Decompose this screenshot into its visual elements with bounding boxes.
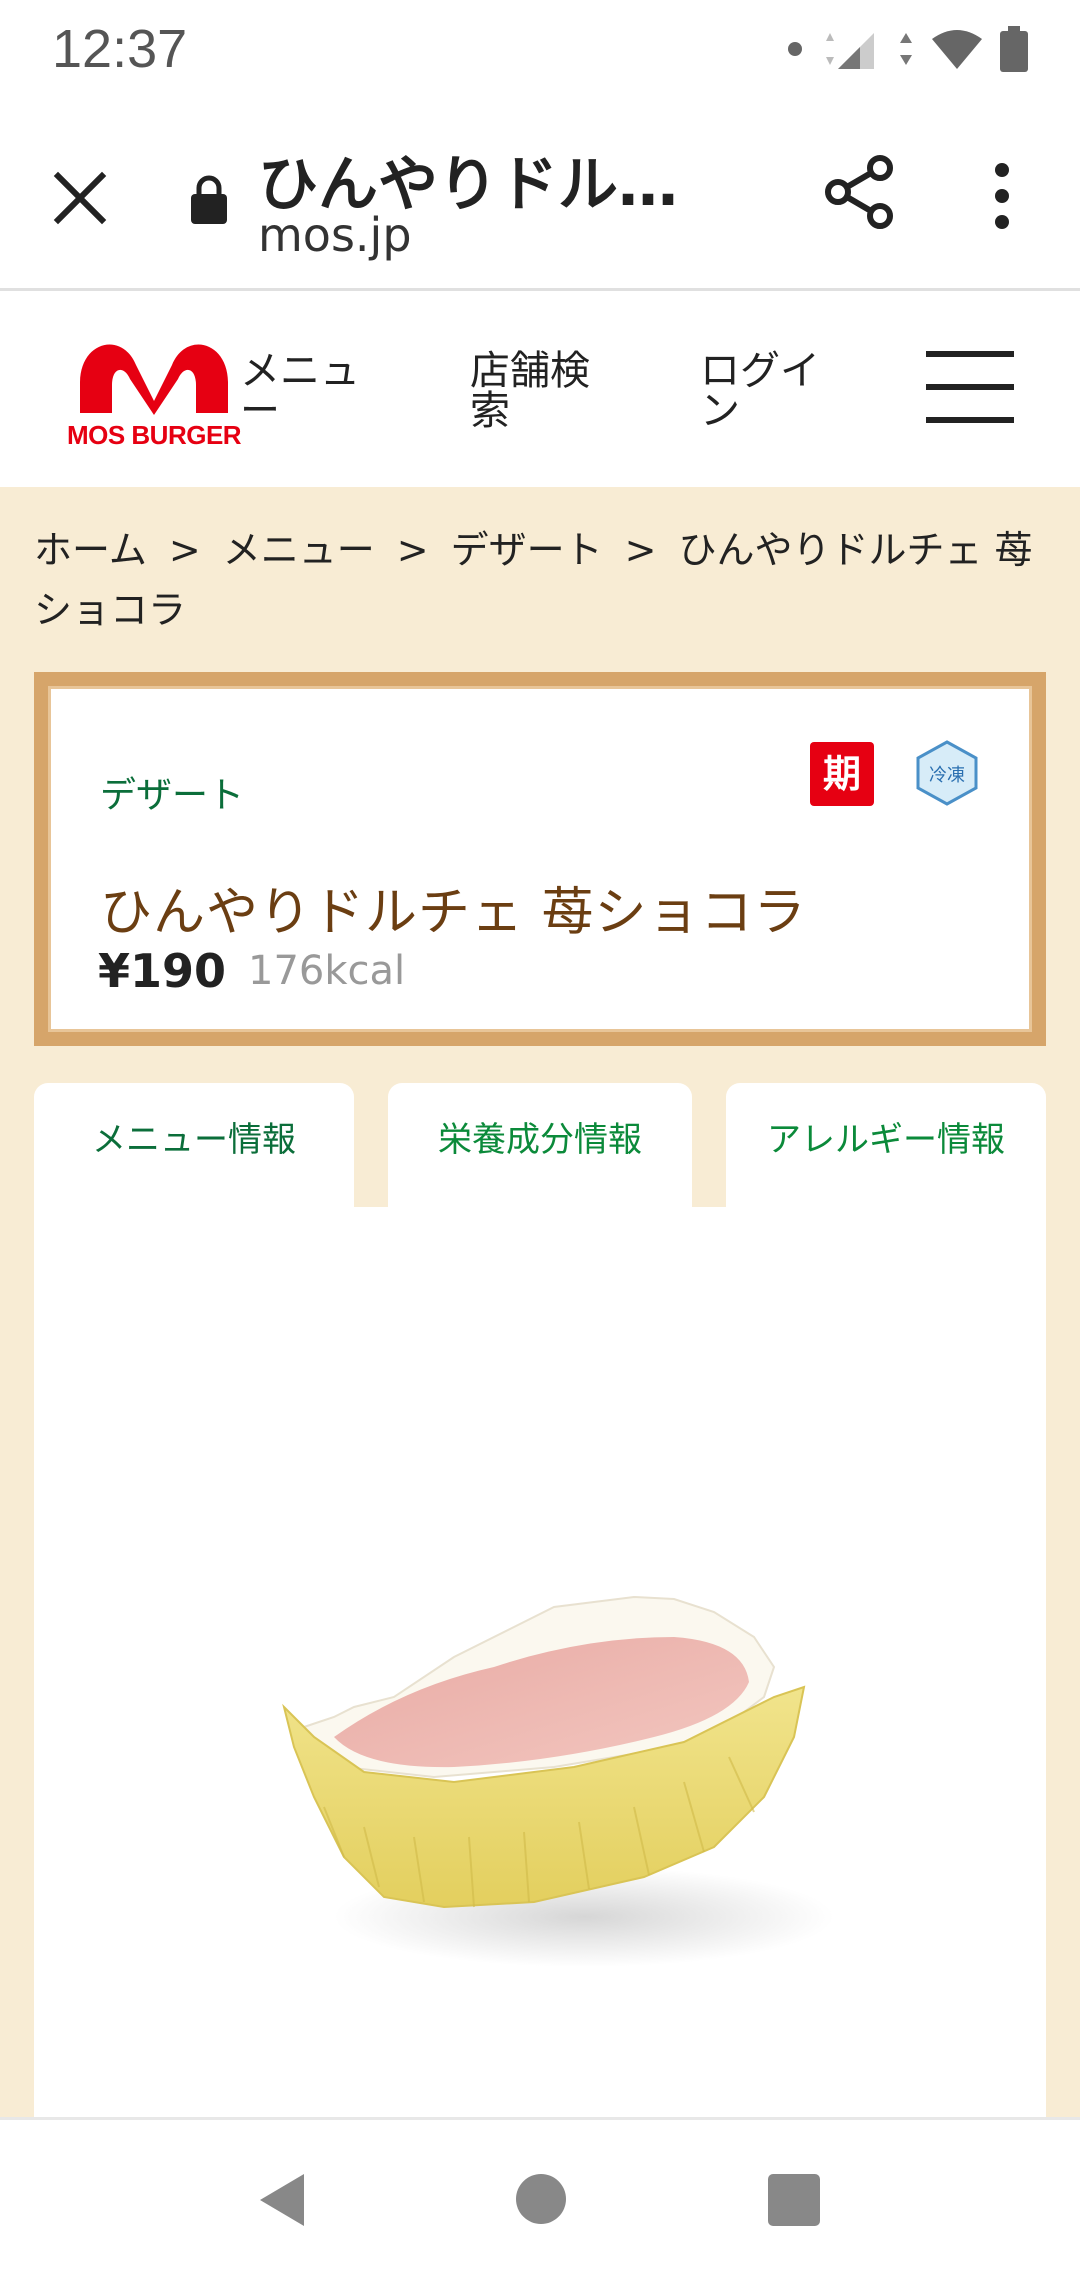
product-image [282, 1595, 834, 1967]
close-icon[interactable] [48, 166, 112, 230]
breadcrumb-separator: > [396, 528, 429, 572]
mos-burger-logo[interactable]: MOS BURGER [66, 331, 242, 451]
frozen-badge: 冷凍 [914, 740, 980, 806]
limited-period-badge: 期 [810, 742, 874, 806]
notification-dot-icon [788, 42, 802, 56]
battery-icon [1000, 26, 1028, 72]
nav-login-link[interactable]: ログイン [700, 351, 830, 431]
breadcrumb-separator: > [624, 528, 657, 572]
tab-content-panel [34, 1207, 1046, 2207]
back-icon[interactable] [254, 2170, 310, 2230]
frozen-hexagon-icon: 冷凍 [916, 740, 978, 806]
breadcrumb-dessert[interactable]: デザート [451, 528, 603, 572]
share-icon[interactable] [820, 152, 900, 232]
home-icon[interactable] [516, 2174, 566, 2224]
status-time: 12:37 [52, 19, 188, 79]
url-domain[interactable]: mos.jp [258, 208, 412, 262]
breadcrumb-separator: > [168, 528, 201, 572]
system-nav-bar [0, 2117, 1080, 2283]
product-category: デザート [100, 775, 245, 816]
breadcrumb-menu[interactable]: メニュー [223, 528, 375, 572]
nav-menu-link[interactable]: メニュー [240, 351, 370, 431]
product-name: ひんやりドルチェ 苺ショコラ [100, 883, 807, 943]
status-bar: 12:37 [0, 0, 1080, 96]
hamburger-menu-icon[interactable] [926, 351, 1014, 423]
mos-logo-mark-icon [80, 344, 228, 415]
browser-toolbar: ひんやりドル… mos.jp [0, 96, 1080, 291]
frozen-badge-label: 冷凍 [929, 765, 965, 786]
product-calories: 176kcal [248, 948, 406, 994]
breadcrumb-home[interactable]: ホーム [34, 528, 147, 572]
nav-store-search-link[interactable]: 店舗検索 [470, 351, 610, 431]
product-card: デザート 期 冷凍 ひんやりドルチェ 苺ショコラ ¥190 176kcal [34, 672, 1046, 1046]
site-header: MOS BURGER メニュー 店舗検索 ログイン [0, 291, 1080, 487]
logo-text: MOS BURGER [66, 420, 242, 450]
tab-nutrition-info[interactable]: 栄養成分情報 [388, 1083, 692, 1207]
tab-menu-info[interactable]: メニュー情報 [34, 1083, 354, 1207]
breadcrumb: ホーム > メニュー > デザート > ひんやりドルチェ 苺ショコラ [34, 520, 1054, 640]
status-icons [788, 24, 1028, 74]
cell-signal-icon [826, 33, 874, 69]
tab-allergy-info[interactable]: アレルギー情報 [726, 1083, 1046, 1207]
lock-icon [191, 175, 227, 224]
product-price: ¥190 [98, 944, 227, 998]
more-options-icon[interactable] [972, 156, 1032, 236]
recent-apps-icon[interactable] [768, 2174, 820, 2226]
data-arrows-icon [900, 33, 912, 65]
wifi-icon [932, 30, 982, 69]
